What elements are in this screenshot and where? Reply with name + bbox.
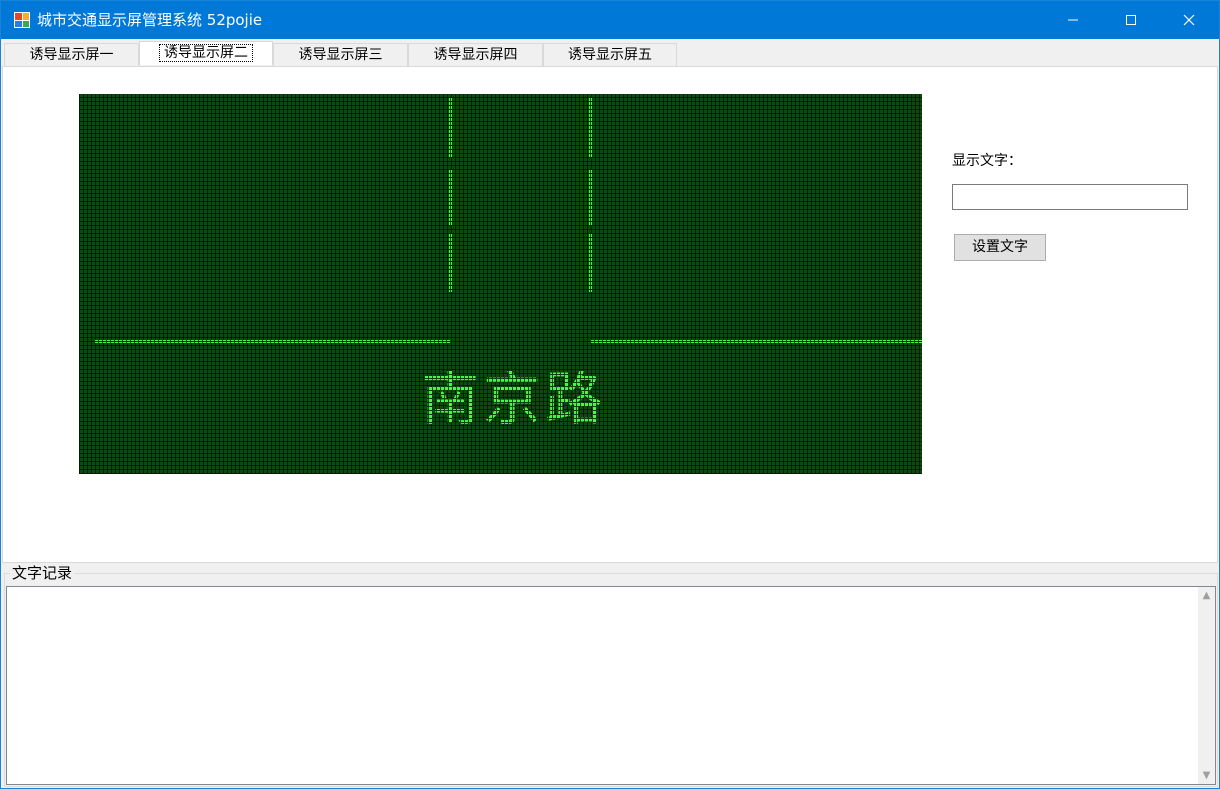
- road-line-vertical-left: [449, 170, 452, 226]
- tab-label: 诱导显示屏二: [159, 44, 253, 62]
- tab-label: 诱导显示屏三: [298, 47, 383, 63]
- display-text-label: 显示文字：: [952, 153, 1022, 169]
- tab-screen-2[interactable]: 诱导显示屏二: [139, 41, 273, 65]
- road-line-vertical-right: [589, 234, 592, 292]
- app-icon: [13, 11, 31, 29]
- led-road-name: 南京路: [421, 365, 608, 433]
- scroll-up-icon[interactable]: ▲: [1198, 587, 1215, 604]
- main-window: 城市交通显示屏管理系统 52pojie 诱导显示屏一 诱导显示屏二 诱导显示屏三…: [0, 0, 1220, 789]
- set-text-button[interactable]: 设置文字: [954, 234, 1046, 261]
- scroll-down-icon[interactable]: ▼: [1198, 767, 1215, 784]
- tab-screen-5[interactable]: 诱导显示屏五: [543, 43, 677, 67]
- maximize-icon: [1126, 15, 1136, 25]
- minimize-button[interactable]: [1044, 1, 1102, 39]
- road-line-horizontal-left: [95, 340, 451, 343]
- tab-screen-4[interactable]: 诱导显示屏四: [408, 43, 543, 67]
- road-line-vertical-left: [449, 234, 452, 292]
- tab-label: 诱导显示屏四: [433, 47, 518, 63]
- road-line-vertical-left: [449, 98, 452, 158]
- tab-screen-1[interactable]: 诱导显示屏一: [4, 43, 139, 67]
- tab-label: 诱导显示屏五: [568, 47, 652, 63]
- road-line-vertical-right: [589, 98, 592, 158]
- window-title: 城市交通显示屏管理系统 52pojie: [37, 11, 263, 29]
- tab-label: 诱导显示屏一: [29, 47, 114, 63]
- title-bar[interactable]: 城市交通显示屏管理系统 52pojie: [1, 1, 1219, 39]
- close-icon: [1183, 14, 1195, 26]
- road-line-vertical-right: [589, 170, 592, 226]
- vertical-scrollbar[interactable]: ▲ ▼: [1198, 587, 1215, 784]
- tab-screen-3[interactable]: 诱导显示屏三: [273, 43, 408, 67]
- close-button[interactable]: [1160, 1, 1218, 39]
- road-line-horizontal-right: [591, 340, 922, 343]
- tab-page: 南京路 显示文字： 设置文字: [2, 66, 1218, 563]
- display-text-input[interactable]: [952, 184, 1188, 210]
- text-log-title: 文字记录: [10, 563, 75, 583]
- led-display-screen: 南京路: [79, 94, 922, 474]
- tab-strip: 诱导显示屏一 诱导显示屏二 诱导显示屏三 诱导显示屏四 诱导显示屏五: [1, 39, 1219, 67]
- minimize-icon: [1068, 19, 1078, 21]
- text-log-textarea[interactable]: ▲ ▼: [6, 586, 1216, 785]
- maximize-button[interactable]: [1102, 1, 1160, 39]
